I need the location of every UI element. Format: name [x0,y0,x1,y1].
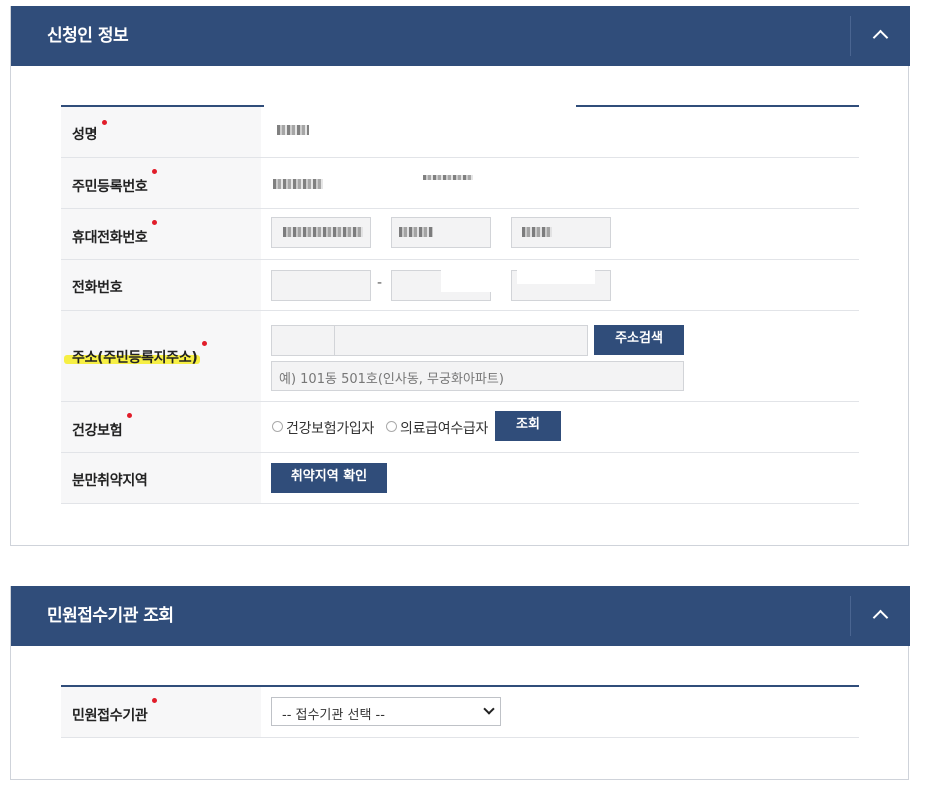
address-detail-placeholder: 예) 101동 501호(인사동, 무궁화아파트) [279,372,504,387]
office-label: 민원접수기관 [72,708,148,724]
required-dot [152,698,157,703]
address-search-button[interactable]: 주소검색 [594,325,684,355]
panel-title: 민원접수기관 조회 [47,606,174,626]
insurance-lookup-button[interactable]: 조회 [495,411,561,441]
insurance-radio-medical-aid[interactable] [386,421,397,432]
redaction-patch [441,262,496,292]
label-cell: 주소(주민등록지주소) [61,311,261,401]
insurance-option-subscriber[interactable]: 건강보험가입자 [286,418,374,438]
required-dot [202,341,207,346]
address-input[interactable] [334,325,588,356]
rrn-label: 주민등록번호 [72,179,148,195]
name-label: 성명 [72,127,98,143]
row-rrn: 주민등록번호 [61,158,859,209]
mobile-part3-value [522,227,552,237]
required-dot [152,169,157,174]
label-cell: 휴대전화번호 [61,209,261,259]
name-value-overlay [277,125,309,135]
postcode-input[interactable] [271,325,335,356]
required-dot [152,220,157,225]
collapse-button[interactable] [851,586,910,646]
row-region: 분만취약지역 취약지역 확인 [61,453,859,504]
label-cell: 전화번호 [61,260,261,310]
insurance-label: 건강보험 [72,423,123,439]
rrn-front [273,179,323,189]
label-cell: 성명 [61,107,261,157]
region-label: 분만취약지역 [72,473,148,489]
applicant-info-panel: 신청인 정보 성명 주민등록번호 휴대전화번호 전화번호 - 주소(주민등록지주… [10,6,910,546]
region-check-button[interactable]: 취약지역 확인 [271,463,387,493]
chevron-up-icon [872,29,889,46]
row-insurance: 건강보험 건강보험가입자 의료급여수급자 조회 [61,402,859,453]
rrn-back [423,175,473,180]
office-select-value: -- 접수기관 선택 -- [282,708,385,723]
collapse-button[interactable] [851,6,910,66]
phone-separator: - [377,275,383,291]
applicant-form-table: 성명 주민등록번호 휴대전화번호 전화번호 - 주소(주민등록지주소) 주소검색… [61,105,859,504]
address-detail-input[interactable]: 예) 101동 501호(인사동, 무궁화아파트) [271,361,684,391]
phone-part1-input[interactable] [271,270,371,301]
required-dot [127,413,132,418]
label-cell: 건강보험 [61,402,261,452]
label-cell: 분만취약지역 [61,453,261,503]
chevron-up-icon [872,609,889,626]
phone-label: 전화번호 [72,280,123,296]
applicant-info-header: 신청인 정보 [11,6,910,66]
insurance-option-medical-aid[interactable]: 의료급여수급자 [400,418,488,438]
panel-title: 신청인 정보 [47,26,129,46]
row-phone: 전화번호 - [61,260,859,311]
address-label: 주소(주민등록지주소) [72,350,198,366]
office-select[interactable]: -- 접수기관 선택 -- [271,697,501,726]
row-address: 주소(주민등록지주소) 주소검색 예) 101동 501호(인사동, 무궁화아파… [61,311,859,402]
redaction-patch [517,262,595,284]
redaction-patch [264,103,576,155]
office-lookup-panel: 민원접수기관 조회 민원접수기관 -- 접수기관 선택 -- [10,586,910,780]
required-dot [102,120,107,125]
row-office: 민원접수기관 -- 접수기관 선택 -- [61,687,859,738]
label-cell: 민원접수기관 [61,687,261,737]
label-cell: 주민등록번호 [61,158,261,208]
mobile-label: 휴대전화번호 [72,230,148,246]
office-lookup-header: 민원접수기관 조회 [11,586,910,646]
mobile-part1-value [283,227,363,237]
row-mobile: 휴대전화번호 [61,209,859,260]
mobile-part2-value [399,227,433,237]
chevron-down-icon [483,703,495,715]
office-form-table: 민원접수기관 -- 접수기관 선택 -- [61,685,859,738]
insurance-radio-subscriber[interactable] [272,421,283,432]
